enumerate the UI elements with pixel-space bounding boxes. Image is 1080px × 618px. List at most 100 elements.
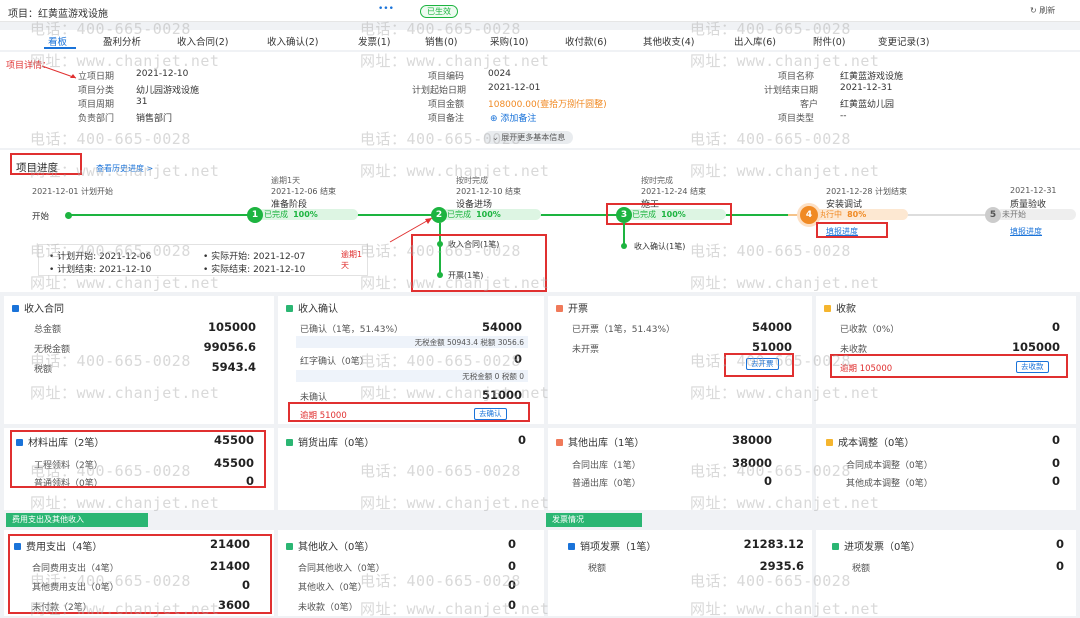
history-link[interactable]: 查看历史进度 > [96, 163, 153, 174]
stat-value: 0 [1051, 456, 1060, 470]
tab-dashboard[interactable]: 看板 [48, 34, 67, 48]
card-sales-invoice[interactable]: 销项发票（1笔） 21283.12 税额 2935.6 [548, 530, 812, 616]
yellow-square-icon [826, 439, 833, 446]
branch-line [623, 223, 625, 245]
detail-label: 项目周期 [78, 100, 115, 110]
detail-label: 项目备注 [428, 114, 465, 124]
stat-value: 54000 [481, 320, 522, 334]
milestone-date: 2021-12-28 计划结束 [826, 187, 908, 196]
card-cost-adjust[interactable]: 成本调整（0笔） 0 合同成本调整（0笔） 0 其他成本调整（0笔） 0 [816, 428, 1076, 510]
milestone-progress: 执行中 80% [812, 209, 908, 220]
sub-text: 无税金额 50943.4 税额 3056.6 [414, 338, 524, 347]
stat-value: 99056.6 [203, 340, 256, 354]
add-remark-label: 添加备注 [500, 114, 537, 124]
tab-stock[interactable]: 出入库(6) [734, 34, 776, 48]
tab-income-confirm[interactable]: 收入确认(2) [267, 34, 318, 48]
sub-row: 无税金额 0 税额 0 [296, 370, 528, 382]
orange-square-icon [556, 439, 563, 446]
stat-label: 红字确认（0笔） [300, 357, 369, 367]
tab-income-contract[interactable]: 收入合同(2) [177, 34, 228, 48]
detail-value: 31 [136, 97, 148, 107]
milestone-step-5[interactable]: 5 [985, 207, 1001, 223]
more-icon[interactable]: ••• [378, 4, 394, 14]
highlight-box [606, 203, 732, 225]
detail-value: 红黄蓝幼儿园 [840, 100, 895, 110]
add-remark-link[interactable]: ⊕ 添加备注 [490, 111, 536, 124]
detail-label: 立项日期 [78, 72, 115, 82]
stat-label: 未开票 [572, 345, 600, 355]
stat-value: 0 [513, 352, 522, 366]
details-panel: 项目详情： 立项日期 2021-12-10 项目编码 0024 项目名称 红黄蓝… [0, 52, 1080, 148]
expand-label: 展开更多基本信息 [501, 133, 566, 142]
stat-label: 已确认（1笔，51.43%） [300, 325, 404, 335]
actual-start: • 实际开始: 2021-12-07 [203, 252, 306, 262]
tab-bar: 看板 盈利分析 收入合同(2) 收入确认(2) 发票(1) 销售(0) 采购(1… [0, 30, 1080, 50]
active-tab-indicator [44, 47, 76, 49]
green-square-icon [286, 543, 293, 550]
card-input-invoice[interactable]: 进项发票（0笔） 0 税额 0 [816, 530, 1076, 616]
detail-value: 幼儿园游戏设施 [136, 86, 200, 96]
card-material-out[interactable]: 材料出库（2笔） 45500 工程领料（2笔） 45500 普通领料（0笔） 0 [4, 428, 274, 510]
tab-invoice[interactable]: 发票(1) [358, 34, 390, 48]
stat-value: 0 [1055, 537, 1064, 551]
detail-label: 客户 [800, 100, 819, 110]
blue-square-icon [568, 543, 575, 550]
stat-label: 无税金额 [34, 345, 71, 355]
detail-value: 2021-12-31 [840, 83, 893, 93]
tab-attachments[interactable]: 附件(0) [813, 34, 845, 48]
card-other-income[interactable]: 其他收入（0笔） 0 合同其他收入（0笔） 0 其他收入（0笔） 0 未收款（0… [278, 530, 544, 616]
tab-changes[interactable]: 变更记录(3) [878, 34, 929, 48]
card-title: 收入确认 [286, 300, 338, 315]
tab-payments[interactable]: 收付款(6) [565, 34, 607, 48]
card-other-out[interactable]: 其他出库（1笔） 38000 合同出库（1笔） 38000 普通出库（0笔） 0 [548, 428, 812, 510]
card-receipt[interactable]: 收款 已收款（0%） 0 未收款 105000 逾期 105000 去收款 [816, 296, 1076, 424]
tab-sales[interactable]: 销售(0) [425, 34, 457, 48]
stat-value: 0 [1051, 320, 1060, 334]
stat-value: 0 [1051, 433, 1060, 447]
card-invoice[interactable]: 开票 已开票（1笔，51.43%） 54000 未开票 51000 去开票 [548, 296, 812, 424]
tab-purchase[interactable]: 采购(10) [490, 34, 529, 48]
tab-other[interactable]: 其他收支(4) [643, 34, 694, 48]
stat-value: 0 [507, 559, 516, 573]
detail-label: 负责部门 [78, 114, 115, 124]
card-title: 销货出库（0笔） [286, 434, 374, 449]
start-date-line: 2021-12-01 计划开始 [32, 187, 114, 196]
tab-profit[interactable]: 盈利分析 [103, 34, 141, 48]
green-square-icon [832, 543, 839, 550]
actual-end: • 实际结束: 2021-12-10 [203, 265, 306, 275]
stat-value: 51000 [481, 388, 522, 402]
milestone-progress: 已完成 100% [258, 209, 358, 220]
expand-more-button[interactable]: ⌄ 展开更多基本信息 [484, 131, 574, 144]
stat-value: 51000 [751, 340, 792, 354]
stat-value: 105000 [1011, 340, 1060, 354]
green-square-icon [286, 439, 293, 446]
milestone-progress: 未开始 [996, 209, 1076, 220]
stat-value: 0 [763, 474, 772, 488]
fill-progress-link[interactable]: 填报进度 [1010, 226, 1042, 237]
stat-value: 0 [1055, 559, 1064, 573]
detail-label: 计划结束日期 [764, 86, 819, 96]
milestone-status: 按时完成 [456, 176, 488, 185]
stat-value: 105000 [207, 320, 256, 334]
green-square-icon [286, 305, 293, 312]
card-title: 收入合同 [12, 300, 64, 315]
card-sales-out[interactable]: 销货出库（0笔） 0 [278, 428, 544, 510]
plus-icon: ⊕ [490, 114, 498, 124]
card-income-contract[interactable]: 收入合同 总金额 105000 无税金额 99056.6 税额 5943.4 [4, 296, 274, 424]
branch-item[interactable]: 收入确认(1笔) [634, 241, 685, 252]
plan-start: • 计划开始: 2021-12-06 [49, 252, 152, 262]
card-income-confirm[interactable]: 收入确认 已确认（1笔，51.43%） 54000 无税金额 50943.4 税… [278, 296, 544, 424]
card-expense[interactable]: 费用支出（4笔） 21400 合同费用支出（4笔） 21400 其他费用支出（0… [4, 530, 274, 616]
stat-label: 普通出库（0笔） [572, 479, 641, 489]
detail-label: 项目分类 [78, 86, 115, 96]
card-title: 其他收入（0笔） [286, 538, 374, 553]
milestone-step-1[interactable]: 1 [247, 207, 263, 223]
refresh-button[interactable]: ↻ 刷新 [1030, 5, 1055, 16]
annotation-arrow-icon [41, 65, 77, 79]
stat-label: 总金额 [34, 325, 62, 335]
stat-value: 0 [507, 598, 516, 612]
stat-label: 税额 [34, 365, 53, 375]
sub-text: 无税金额 0 税额 0 [462, 372, 524, 381]
detail-label: 项目名称 [778, 72, 815, 82]
stat-value: 0 [507, 578, 516, 592]
